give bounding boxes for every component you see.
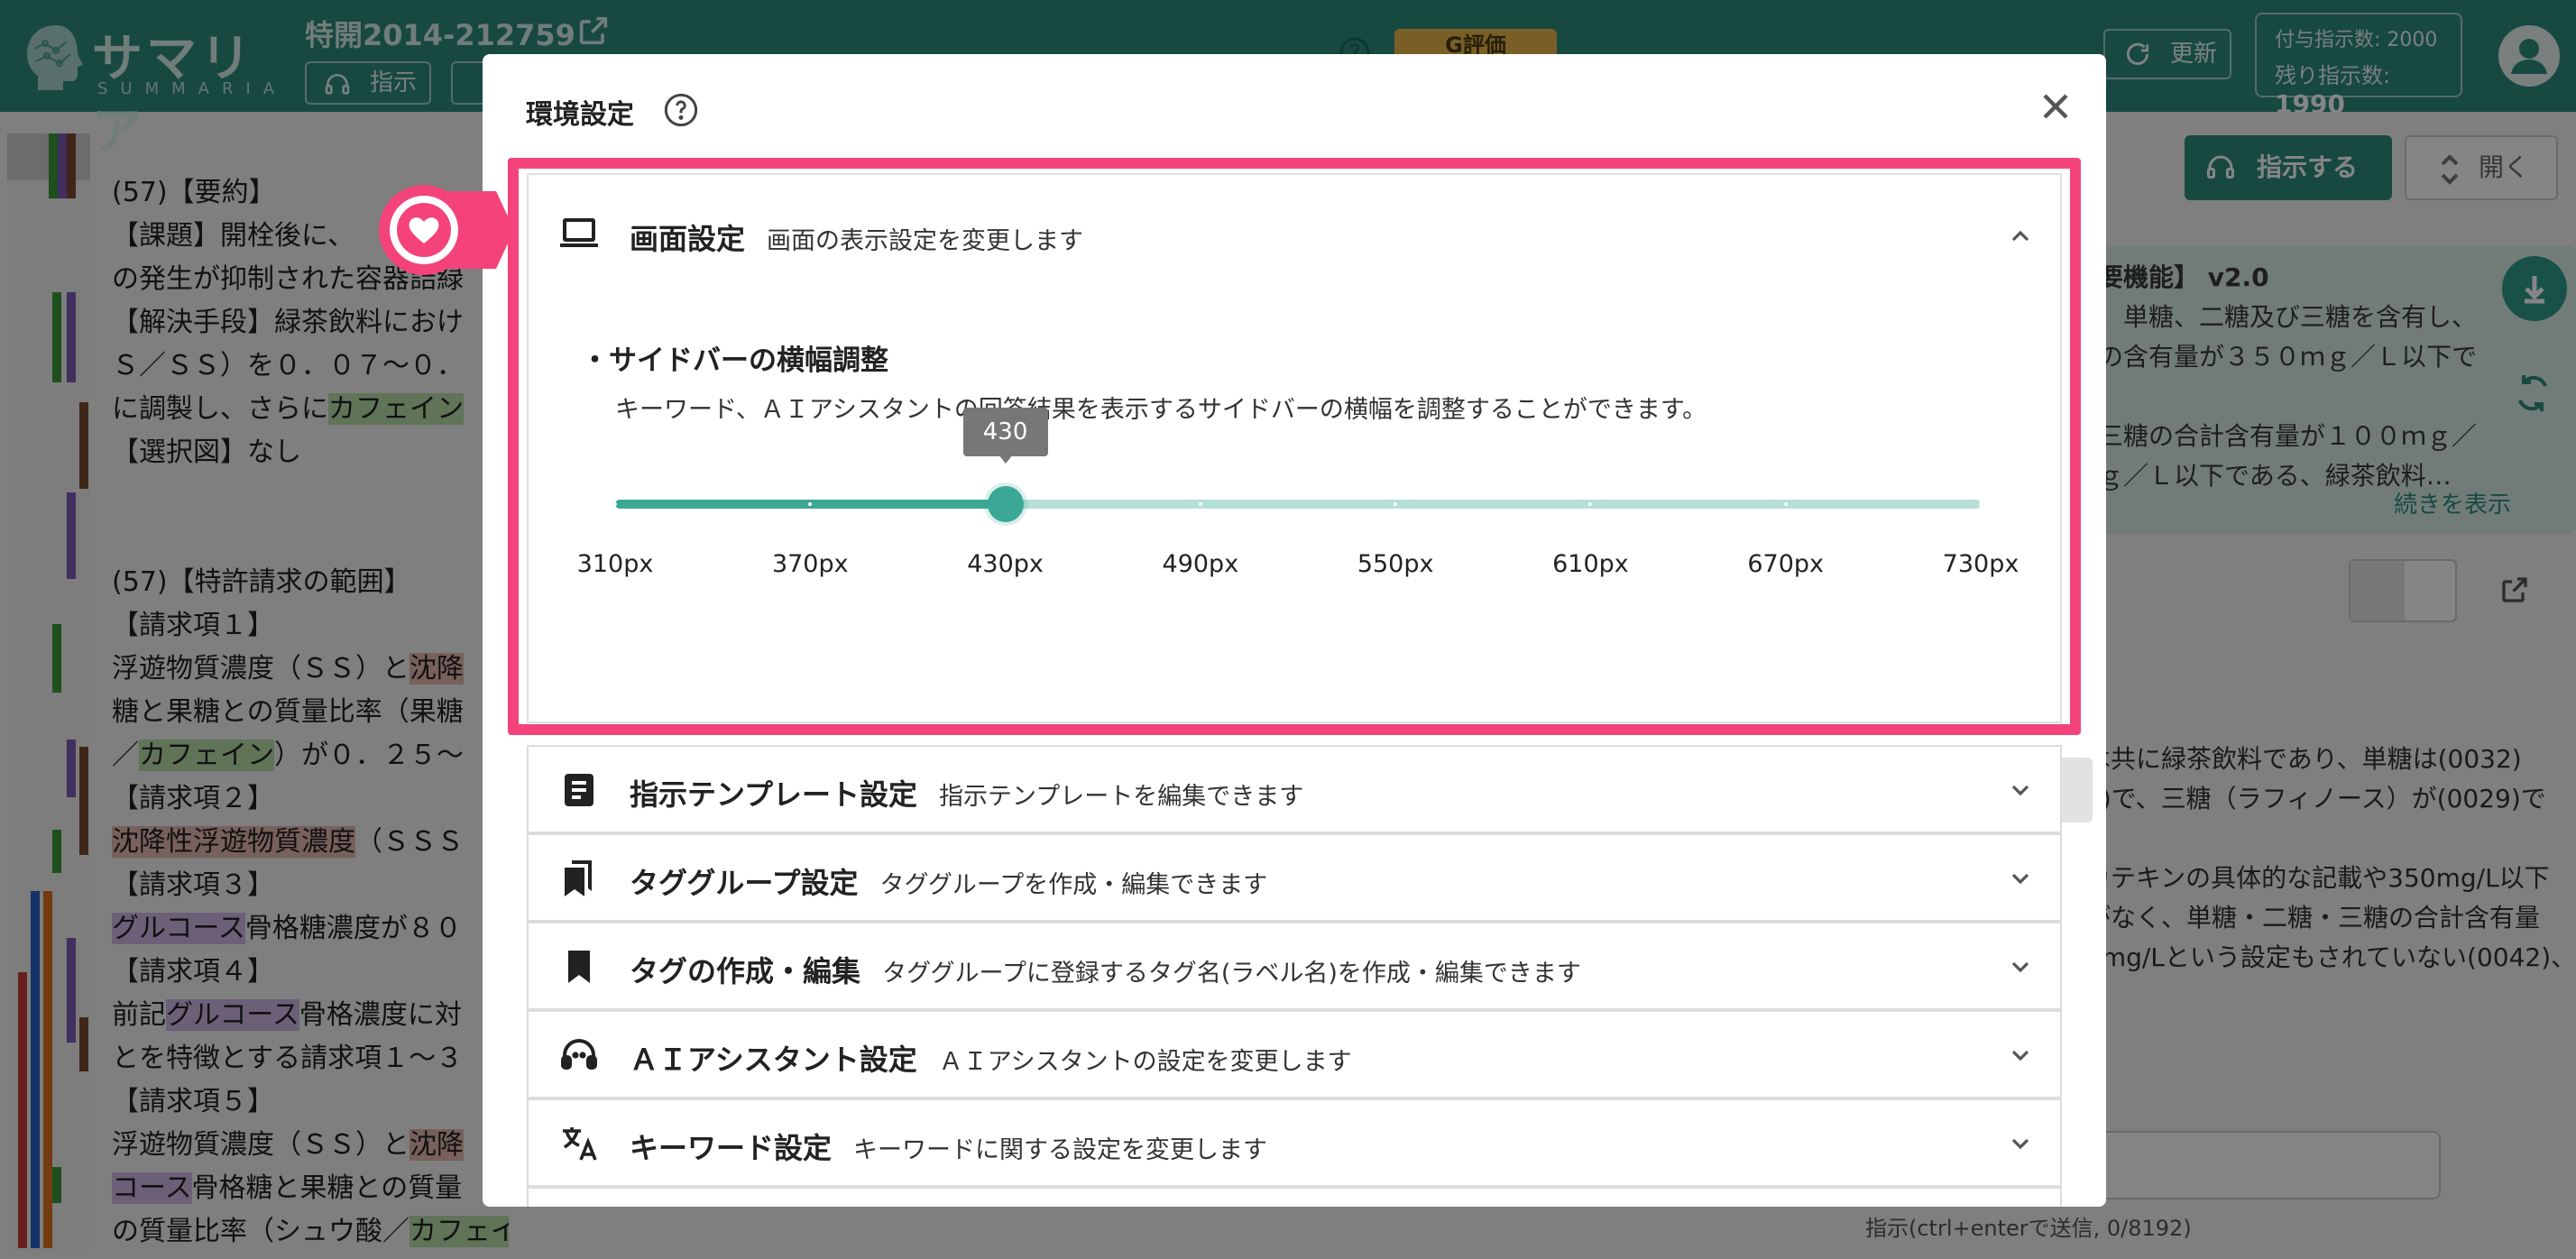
section-title: タググループ設定 [630, 866, 859, 900]
keyword-settings-section[interactable]: キーワード設定 キーワードに関する設定を変更します [527, 1098, 2062, 1187]
ai-assistant-settings-section[interactable]: ＡＩアシスタント設定 ＡＩアシスタントの設定を変更します [527, 1010, 2062, 1098]
screen-settings-section: 画面設定 画面の表示設定を変更します ・サイドバーの横幅調整 キーワード、ＡＩアシ… [527, 173, 2093, 822]
template-settings-section[interactable]: 指示テンプレート設定 指示テンプレートを編集できます [527, 745, 2062, 833]
slider-mark-label[interactable]: 610px [1527, 550, 1653, 578]
slider-mark-label[interactable]: 670px [1723, 550, 1849, 578]
section-desc: 指示テンプレートを編集できます [939, 783, 1304, 811]
slider-mark-label[interactable]: 550px [1332, 550, 1458, 578]
slider-mark-label[interactable]: 730px [1918, 550, 2044, 578]
bookmark-icon [568, 951, 590, 983]
chevron-down-icon[interactable] [2006, 864, 2035, 893]
headset-icon [561, 1039, 597, 1070]
laptop-icon [560, 218, 598, 247]
sidebar-width-desc: キーワード、ＡＩアシスタントの回答結果を表示するサイドバーの横幅を調整することが… [615, 396, 1707, 424]
tag-group-settings-section[interactable]: タググループ設定 タググループを作成・編集できます [527, 833, 2062, 922]
close-icon[interactable] [2034, 85, 2077, 128]
section-title: キーワード設定 [630, 1131, 833, 1165]
chevron-down-icon[interactable] [2006, 1041, 2035, 1070]
document-icon [565, 774, 593, 806]
chevron-down-icon[interactable] [2006, 952, 2035, 981]
screen-settings-desc: 画面の表示設定を変更します [767, 227, 1084, 255]
bookmarks-icon [565, 860, 592, 896]
section-desc: タググループに登録するタグ名(ラベル名)を作成・編集できます [882, 960, 1581, 988]
section-title: ＡＩアシスタント設定 [630, 1043, 917, 1077]
tag-edit-section[interactable]: タグの作成・編集 タググループに登録するタグ名(ラベル名)を作成・編集できます [527, 922, 2062, 1010]
slider-thumb[interactable] [987, 486, 1024, 522]
sidebar-width-slider[interactable]: 310px 370px 430px 490px 550px 610px 670px 730px… [577, 408, 2019, 583]
slider-tick [1783, 502, 1788, 506]
section-title: 指示テンプレート設定 [630, 777, 918, 812]
slider-mark-label[interactable]: 310px [552, 550, 678, 578]
slider-tick [613, 502, 617, 506]
help-icon[interactable] [663, 92, 699, 128]
chevron-up-icon[interactable] [2006, 222, 2035, 251]
chevron-down-icon[interactable] [2006, 776, 2035, 804]
heart-pin-icon [379, 185, 514, 275]
section-title: タグの作成・編集 [630, 954, 861, 988]
slider-mark-label[interactable]: 430px [943, 550, 1069, 578]
sidebar-width-title: ・サイドバーの横幅調整 [581, 345, 888, 377]
more-settings-section[interactable] [527, 1187, 2062, 1207]
slider-tick [1198, 502, 1202, 506]
screen-settings-title: 画面設定 [630, 222, 746, 256]
slider-tick [1979, 502, 1983, 506]
chevron-down-icon[interactable] [2006, 1129, 2035, 1158]
slider-mark-label[interactable]: 370px [747, 550, 873, 578]
section-desc: キーワードに関する設定を変更します [853, 1136, 1268, 1164]
slider-value-tooltip: 430 [962, 408, 1048, 464]
modal-title: 環境設定 [526, 99, 634, 131]
slider-mark-label[interactable]: 490px [1137, 550, 1264, 578]
translate-icon [563, 1127, 597, 1161]
settings-modal: 環境設定 画面設定 画面の表示設定を変更します ・サイドバーの横幅調整 キーワード… [483, 54, 2106, 1207]
screen-settings-header[interactable]: 画面設定 画面の表示設定を変更します [630, 216, 1083, 258]
section-desc: ＡＩアシスタントの設定を変更します [938, 1048, 1352, 1076]
section-desc: タググループを作成・編集できます [879, 871, 1268, 899]
